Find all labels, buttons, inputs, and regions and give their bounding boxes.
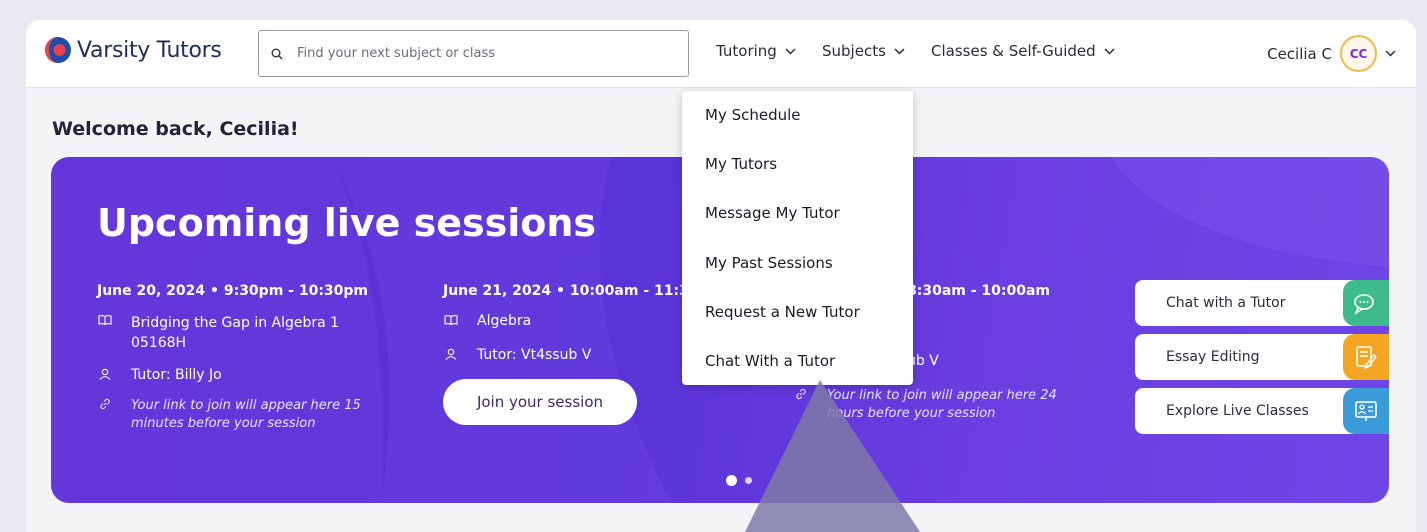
book-icon	[98, 315, 112, 326]
logo-icon	[45, 37, 71, 63]
chevron-down-icon	[1385, 50, 1396, 57]
cursor-pointer-icon	[745, 380, 920, 532]
action-label: Explore Live Classes	[1166, 403, 1309, 419]
user-menu[interactable]: Cecilia C CC	[1267, 35, 1396, 72]
session-date: June 20, 2024 • 9:30pm - 10:30pm	[97, 283, 369, 299]
search-icon	[271, 48, 283, 59]
nav-classes-label: Classes & Self-Guided	[931, 42, 1096, 60]
nav-subjects[interactable]: Subjects	[822, 42, 905, 60]
link-icon	[100, 398, 110, 410]
avatar: CC	[1340, 35, 1377, 72]
action-label: Essay Editing	[1166, 349, 1260, 365]
session-card: June 20, 2024 • 9:30pm - 10:30pm Bridgin…	[97, 283, 397, 433]
person-icon	[445, 348, 457, 360]
session-date: June 21, 2024 • 10:00am - 11:30am	[443, 283, 723, 299]
join-session-button[interactable]: Join your session	[443, 379, 637, 425]
chevron-down-icon	[894, 47, 905, 55]
search-box[interactable]	[258, 30, 689, 77]
nav-subjects-label: Subjects	[822, 42, 886, 60]
menu-item-my-schedule[interactable]: My Schedule	[705, 106, 801, 124]
tutoring-dropdown-menu: My Schedule My Tutors Message My Tutor M…	[682, 91, 913, 385]
menu-item-my-tutors[interactable]: My Tutors	[705, 155, 777, 173]
chat-with-tutor-button[interactable]: Chat with a Tutor	[1135, 280, 1389, 326]
live-class-icon	[1343, 388, 1389, 434]
explore-live-classes-button[interactable]: Explore Live Classes	[1135, 388, 1389, 434]
menu-item-request-new-tutor[interactable]: Request a New Tutor	[705, 303, 860, 321]
nav-classes[interactable]: Classes & Self-Guided	[931, 42, 1115, 60]
banner-title: Upcoming live sessions	[97, 201, 597, 245]
person-icon	[99, 368, 111, 380]
search-input[interactable]	[297, 46, 677, 61]
book-icon	[444, 315, 458, 326]
essay-edit-icon	[1343, 334, 1389, 380]
welcome-heading: Welcome back, Cecilia!	[52, 118, 299, 140]
nav-tutoring[interactable]: Tutoring	[716, 42, 796, 60]
session-tutor: Tutor: Vt4ssub V	[477, 347, 592, 363]
session-subject: Algebra	[477, 313, 532, 329]
user-name: Cecilia C	[1267, 44, 1332, 63]
menu-item-chat-with-tutor[interactable]: Chat With a Tutor	[705, 352, 835, 370]
chat-bubbles-icon	[1343, 280, 1389, 326]
chevron-down-icon	[1104, 47, 1115, 55]
nav-tutoring-label: Tutoring	[716, 42, 777, 60]
logo-text: Varsity Tutors	[77, 37, 222, 63]
session-subject: Bridging the Gap in Algebra 1 05168H	[131, 315, 340, 351]
essay-editing-button[interactable]: Essay Editing	[1135, 334, 1389, 380]
action-label: Chat with a Tutor	[1166, 295, 1286, 311]
varsity-tutors-logo[interactable]: Varsity Tutors	[44, 36, 222, 64]
session-card: June 21, 2024 • 10:00am - 11:30am Algebr…	[443, 283, 723, 425]
menu-item-message-my-tutor[interactable]: Message My Tutor	[705, 204, 840, 222]
menu-item-my-past-sessions[interactable]: My Past Sessions	[705, 254, 833, 272]
session-tutor: Tutor: Billy Jo	[131, 367, 222, 383]
chevron-down-icon	[785, 47, 796, 55]
session-join-note: Your link to join will appear here 15 mi…	[131, 398, 361, 431]
top-header: Varsity Tutors Tutoring Subjects Classes…	[26, 20, 1416, 88]
